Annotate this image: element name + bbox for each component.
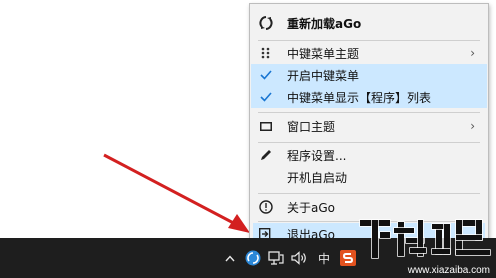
menu-item-label: 窗口主题	[287, 119, 336, 134]
menu-item-label: 重新加载aGo	[287, 16, 362, 31]
menu-separator	[258, 112, 480, 113]
ime-indicator[interactable]: 中	[316, 250, 332, 266]
menu-item-label: 中键菜单主题	[287, 46, 360, 61]
menu-separator	[258, 40, 480, 41]
app-tray-icon[interactable]	[340, 250, 356, 266]
menu-item-show-program-list[interactable]: 中键菜单显示【程序】列表	[251, 86, 487, 108]
menu-item-program-settings[interactable]: 程序设置...	[251, 144, 487, 166]
grid-dots-icon	[257, 44, 275, 62]
menu-item-reload[interactable]: 重新加载aGo	[251, 12, 487, 34]
chevron-right-icon: ›	[470, 119, 475, 133]
chevron-up-icon[interactable]	[224, 250, 236, 266]
ago-tray-icon[interactable]	[244, 250, 262, 266]
pencil-icon	[257, 146, 275, 164]
menu-item-enable-middle-menu[interactable]: 开启中键菜单	[251, 64, 487, 86]
menu-item-label: 程序设置...	[287, 148, 347, 163]
menu-item-autostart[interactable]: 开机自启动	[251, 166, 487, 188]
context-menu: 重新加载aGo 中键菜单主题 › 开启中键菜单 中键菜单显示【程序】列表 窗口主…	[249, 3, 489, 245]
chevron-right-icon: ›	[470, 46, 475, 60]
checkmark-icon	[257, 88, 275, 106]
menu-item-window-theme[interactable]: 窗口主题 ›	[251, 115, 487, 137]
menu-item-label: 中键菜单显示【程序】列表	[287, 90, 432, 105]
watermark-url: www.xiazaiba.com	[407, 265, 490, 276]
menu-item-label: 开启中键菜单	[287, 68, 360, 83]
network-icon[interactable]	[267, 250, 285, 266]
menu-item-label: 开机自启动	[287, 170, 348, 185]
window-icon	[257, 117, 275, 135]
menu-item-label: 关于aGo	[287, 200, 335, 215]
menu-item-middle-menu-theme[interactable]: 中键菜单主题 ›	[251, 42, 487, 64]
volume-icon[interactable]	[290, 250, 310, 266]
info-icon	[257, 198, 275, 216]
menu-separator	[258, 193, 480, 194]
reload-icon	[257, 14, 275, 32]
menu-separator	[258, 142, 480, 143]
checkmark-icon	[257, 66, 275, 84]
watermark-logo: www.xiazaiba.com	[356, 212, 496, 278]
